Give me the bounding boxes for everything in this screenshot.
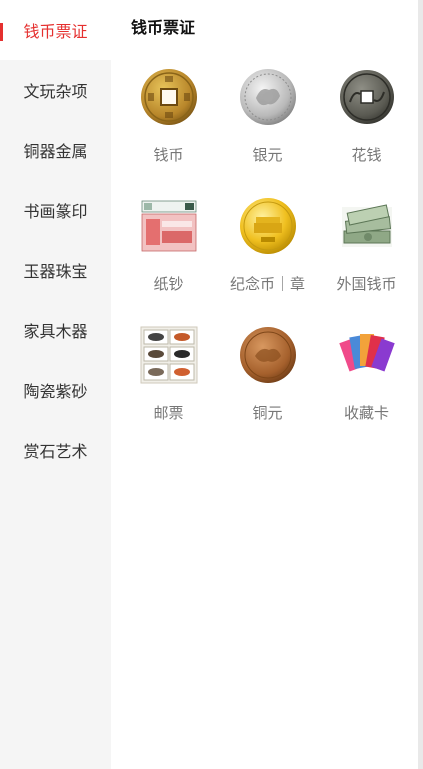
sidebar-item-calligraphy-seals[interactable]: 书画篆印 [0,180,111,240]
sidebar-item-label: 书画篆印 [23,202,88,221]
sidebar-item-label: 赏石艺术 [23,442,88,461]
copper-coin-icon [237,324,299,386]
sidebar-item-label: 钱币票证 [23,22,88,41]
subcategory-foreign-currency[interactable]: 外国钱币 [317,195,416,324]
subcategory-label: 纪念币｜章 [229,275,305,293]
sidebar-item-stone-art[interactable]: 赏石艺术 [0,420,111,480]
subcategory-label: 银元 [252,146,283,164]
subcategory-label: 花钱 [351,146,382,164]
subcategory-label: 钱币 [153,146,184,164]
category-content: 钱币票证 钱币 银元 花钱 纸钞 纪念币｜章 外国钱币 邮票 铜元 收藏卡 [111,0,418,769]
sidebar-item-label: 玉器珠宝 [23,262,88,281]
banknote-icon [138,195,200,257]
sidebar-item-curios[interactable]: 文玩杂项 [0,60,111,120]
sidebar-item-bronze-metal[interactable]: 铜器金属 [0,120,111,180]
silver-dollar-icon [237,66,299,128]
subcategory-collectible-cards[interactable]: 收藏卡 [317,324,416,453]
subcategory-label: 收藏卡 [343,404,389,422]
sidebar-item-jade-jewelry[interactable]: 玉器珠宝 [0,240,111,300]
sidebar-item-label: 文玩杂项 [23,82,88,101]
collectible-cards-icon [336,324,398,386]
subcategory-banknotes[interactable]: 纸钞 [119,195,218,324]
foreign-currency-stack-icon [336,195,398,257]
subcategory-silver-dollar[interactable]: 银元 [218,66,317,195]
app-root: 钱币票证 文玩杂项 铜器金属 书画篆印 玉器珠宝 家具木器 陶瓷紫砂 赏石艺术 … [0,0,423,769]
subcategory-label: 纸钞 [153,275,184,293]
sidebar-item-label: 铜器金属 [23,142,88,161]
subcategory-copper-coins[interactable]: 铜元 [218,324,317,453]
gold-commemorative-coin-icon [237,195,299,257]
sidebar-item-furniture-wood[interactable]: 家具木器 [0,300,111,360]
subcategory-label: 邮票 [153,404,184,422]
category-sidebar: 钱币票证 文玩杂项 铜器金属 书画篆印 玉器珠宝 家具木器 陶瓷紫砂 赏石艺术 [0,0,111,769]
sidebar-item-label: 家具木器 [23,322,88,341]
subcategory-label: 外国钱币 [336,275,397,293]
subcategory-grid: 钱币 银元 花钱 纸钞 纪念币｜章 外国钱币 邮票 铜元 收藏卡 [119,66,416,453]
stamp-sheet-icon [138,324,200,386]
subcategory-label: 铜元 [252,404,283,422]
section-title: 钱币票证 [131,18,196,37]
sidebar-item-label: 陶瓷紫砂 [23,382,88,401]
scrollbar-track[interactable] [418,0,423,769]
subcategory-stamps[interactable]: 邮票 [119,324,218,453]
charm-coin-icon [336,66,398,128]
active-indicator [0,23,3,41]
subcategory-charm-coins[interactable]: 花钱 [317,66,416,195]
sidebar-item-ceramics[interactable]: 陶瓷紫砂 [0,360,111,420]
subcategory-coins[interactable]: 钱币 [119,66,218,195]
copper-cash-coin-icon [138,66,200,128]
sidebar-item-coins-notes[interactable]: 钱币票证 [0,0,111,60]
subcategory-commemorative-coins[interactable]: 纪念币｜章 [218,195,317,324]
